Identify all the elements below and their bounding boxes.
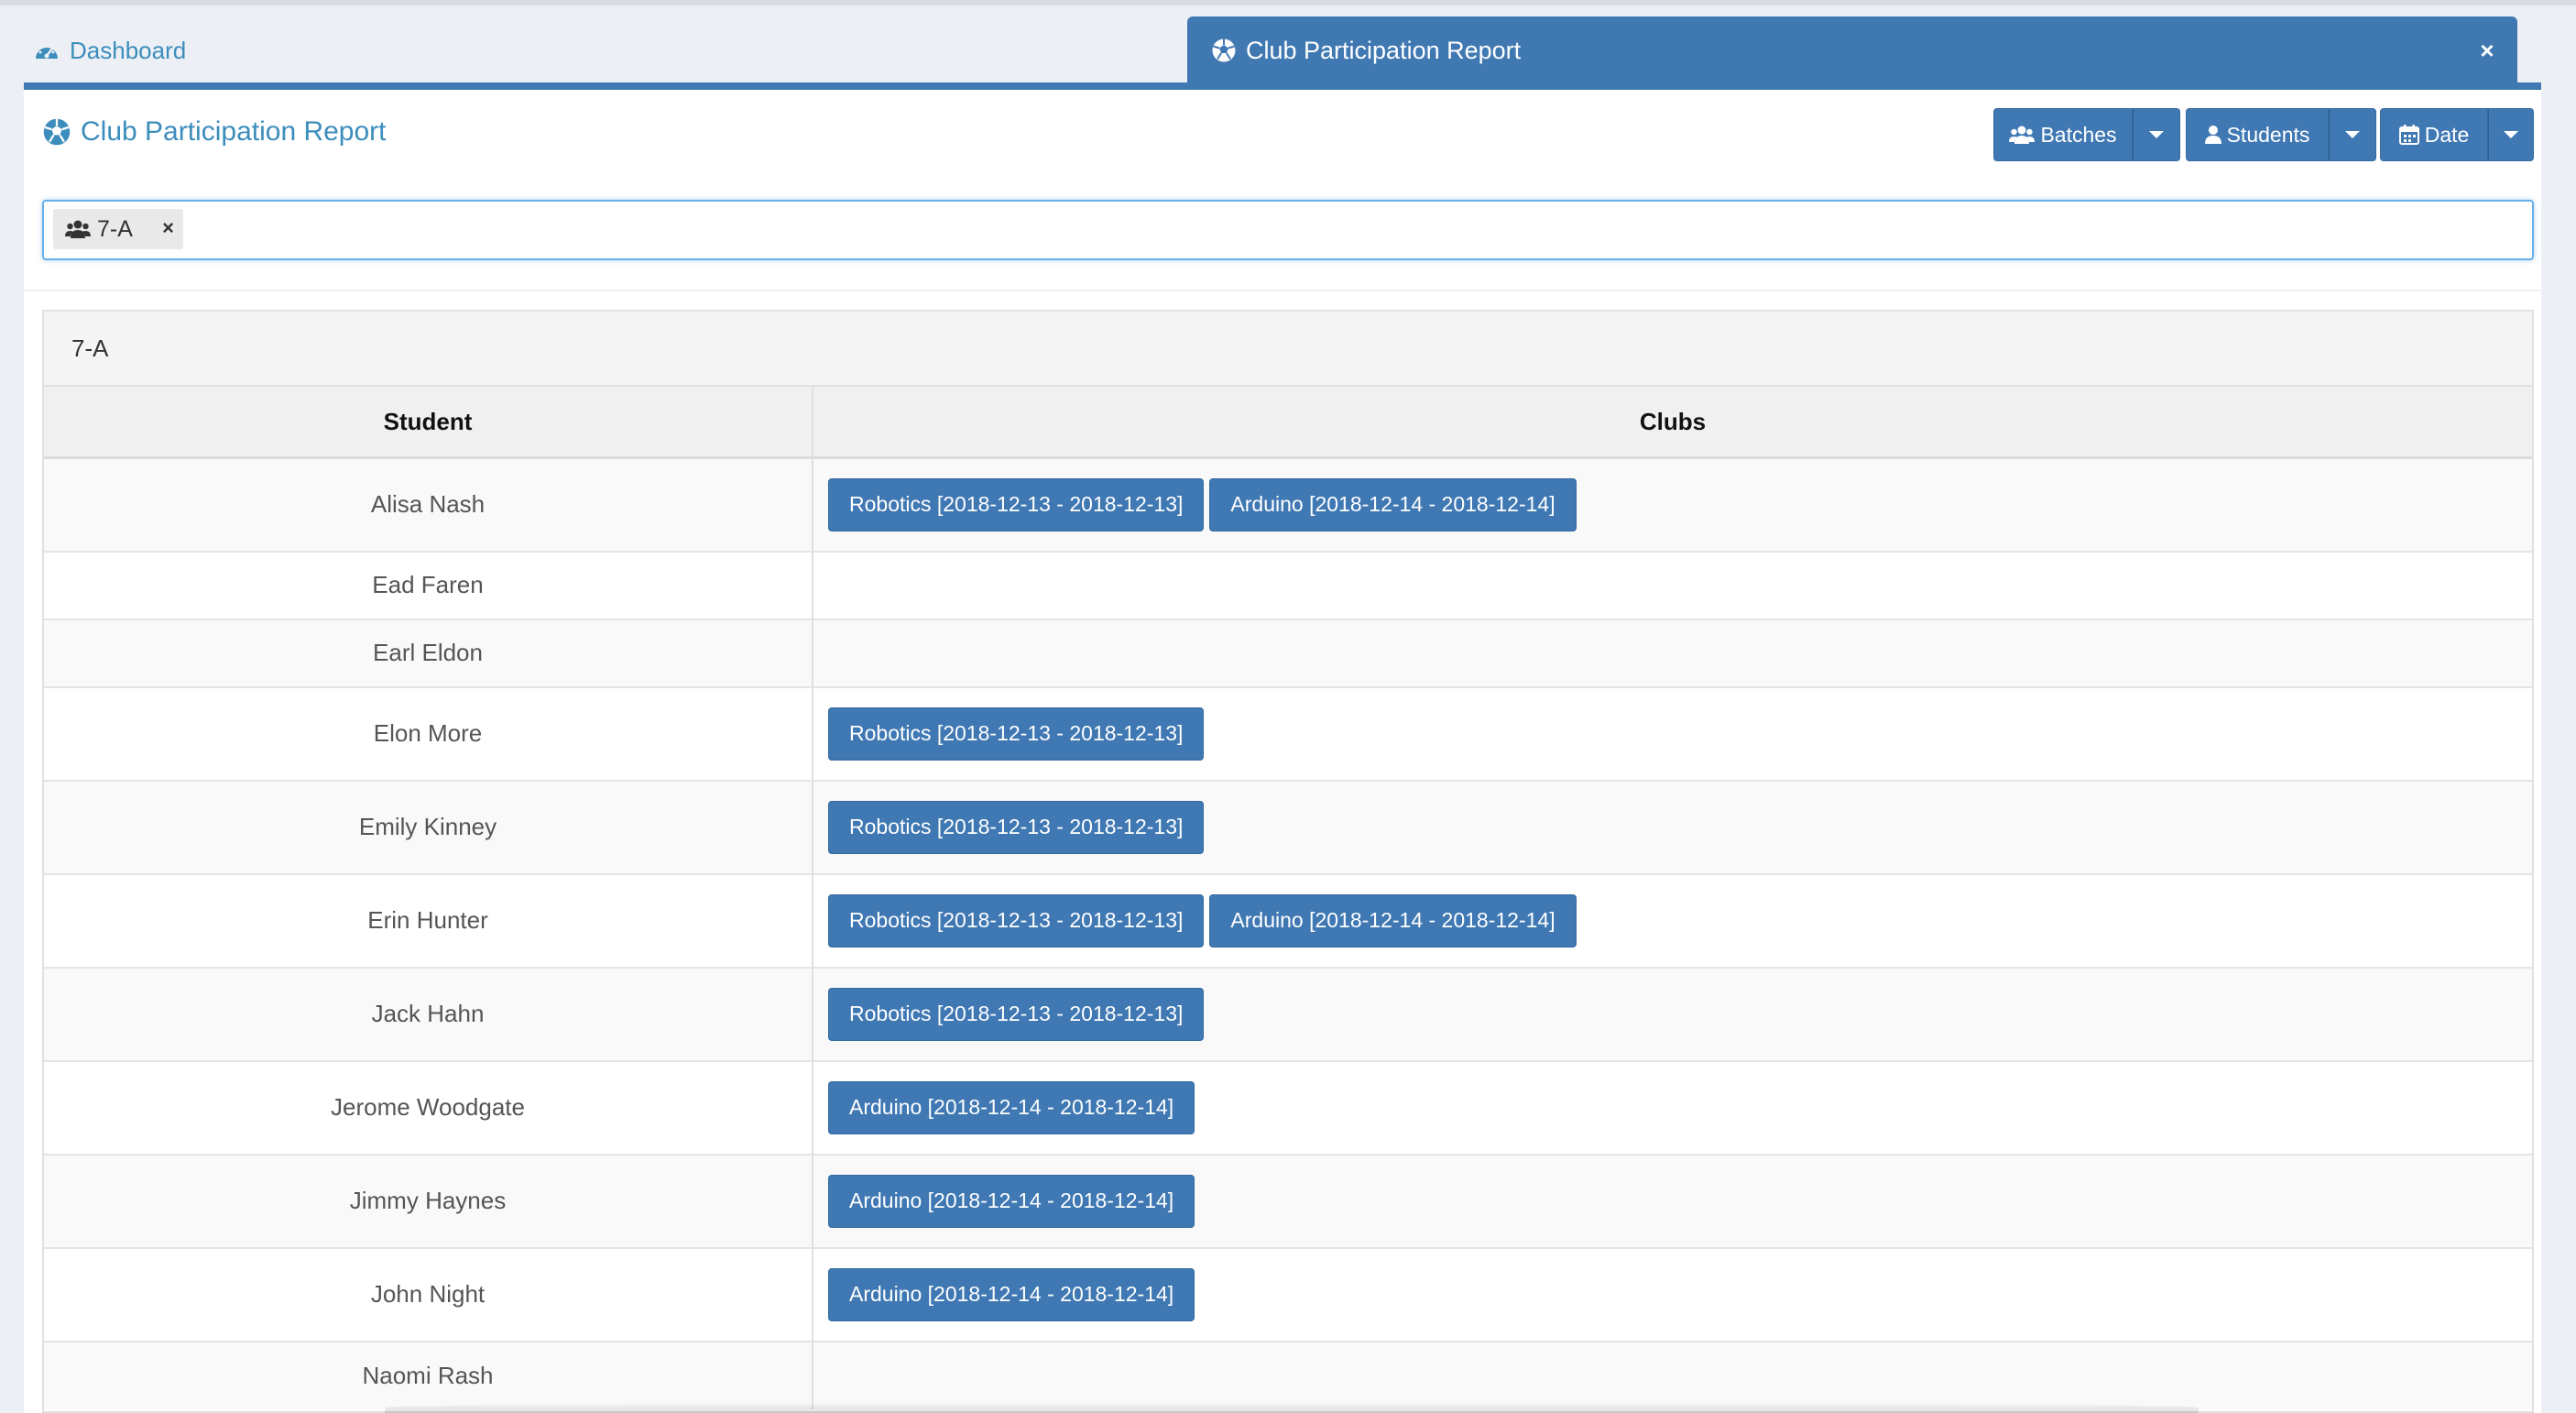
date-button-group: Date [2380, 108, 2534, 161]
student-name-cell: Ead Faren [44, 550, 813, 619]
clubs-cell [813, 618, 2532, 687]
caret-down-icon [2149, 131, 2164, 138]
tab-dashboard-label: Dashboard [70, 36, 187, 64]
batches-dropdown-toggle[interactable] [2133, 108, 2180, 161]
tab-dashboard[interactable]: Dashboard [33, 27, 186, 73]
clubs-cell: Robotics [2018-12-13 - 2018-12-13] [813, 685, 2532, 781]
batch-filter-chip: 7-A × [53, 209, 183, 249]
student-name-cell: Erin Hunter [44, 872, 813, 968]
table-row: John Night Arduino [2018-12-14 - 2018-12-… [44, 1246, 2532, 1342]
soccer-ball-icon [42, 117, 71, 147]
batches-button-label: Batches [2040, 122, 2117, 147]
clubs-cell: Arduino [2018-12-14 - 2018-12-14] [813, 1059, 2532, 1155]
club-badge[interactable]: Arduino [2018-12-14 - 2018-12-14] [828, 1080, 1195, 1134]
table-row: Jimmy Haynes Arduino [2018-12-14 - 2018-1… [44, 1153, 2532, 1248]
date-dropdown-toggle[interactable] [2488, 108, 2534, 161]
club-badge[interactable]: Robotics [2018-12-13 - 2018-12-13] [828, 706, 1205, 761]
clubs-cell: Robotics [2018-12-13 - 2018-12-13] Arduin… [813, 456, 2532, 552]
batch-section: 7-A Student Clubs Alisa Nash Robotics [20… [42, 310, 2534, 1413]
users-group-icon [2009, 125, 2036, 145]
date-button[interactable]: Date [2380, 108, 2488, 161]
divider [24, 290, 2541, 291]
student-name-cell: Jack Hahn [44, 966, 813, 1061]
student-name-cell: Jerome Woodgate [44, 1059, 813, 1155]
calendar-icon [2398, 125, 2419, 145]
close-tab-button[interactable]: × [2473, 37, 2501, 64]
batches-button[interactable]: Batches [1993, 108, 2133, 161]
batch-heading: 7-A [44, 312, 2532, 387]
user-icon [2204, 125, 2221, 145]
window-top-border [0, 0, 2576, 5]
student-name-cell: Alisa Nash [44, 456, 813, 552]
club-badge[interactable]: Robotics [2018-12-13 - 2018-12-13] [828, 987, 1205, 1041]
tab-report-label: Club Participation Report [1246, 36, 1522, 64]
students-dropdown-toggle[interactable] [2329, 108, 2376, 161]
table-row: Naomi Rash [44, 1340, 2532, 1409]
table-body: Alisa Nash Robotics [2018-12-13 - 2018-12… [44, 456, 2532, 1409]
column-header-clubs: Clubs [813, 387, 2532, 459]
batch-filter-input[interactable]: 7-A × [42, 200, 2534, 260]
table-row: Alisa Nash Robotics [2018-12-13 - 2018-12… [44, 456, 2532, 552]
caret-down-icon [2504, 131, 2518, 138]
remove-chip-button[interactable]: × [162, 216, 174, 240]
caret-down-icon [2345, 131, 2360, 138]
club-badge[interactable]: Arduino [2018-12-14 - 2018-12-14] [1209, 893, 1577, 947]
table-row: Ead Faren [44, 550, 2532, 619]
date-button-label: Date [2424, 122, 2470, 147]
clubs-cell: Robotics [2018-12-13 - 2018-12-13] [813, 966, 2532, 1061]
club-badge[interactable]: Arduino [2018-12-14 - 2018-12-14] [1209, 477, 1577, 531]
page-title: Club Participation Report [42, 112, 387, 152]
table-row: Emily Kinney Robotics [2018-12-13 - 2018-… [44, 779, 2532, 874]
clubs-cell: Robotics [2018-12-13 - 2018-12-13] Arduin… [813, 872, 2532, 968]
club-participation-table: Student Clubs Alisa Nash Robotics [2018-1… [44, 387, 2532, 1409]
clubs-cell: Arduino [2018-12-14 - 2018-12-14] [813, 1153, 2532, 1248]
page-title-text: Club Participation Report [81, 116, 387, 147]
table-row: Earl Eldon [44, 618, 2532, 687]
table-row: Jack Hahn Robotics [2018-12-13 - 2018-12-… [44, 966, 2532, 1061]
clubs-cell [813, 1340, 2532, 1409]
student-name-cell: Emily Kinney [44, 779, 813, 874]
tab-club-participation-report[interactable]: Club Participation Report × [1187, 16, 2517, 84]
column-header-student: Student [44, 387, 813, 459]
clubs-cell: Robotics [2018-12-13 - 2018-12-13] [813, 779, 2532, 874]
students-button[interactable]: Students [2186, 108, 2329, 161]
table-row: Jerome Woodgate Arduino [2018-12-14 - 201… [44, 1059, 2532, 1155]
club-badge[interactable]: Robotics [2018-12-13 - 2018-12-13] [828, 800, 1205, 854]
students-button-group: Students [2186, 108, 2376, 161]
student-name-cell: Jimmy Haynes [44, 1153, 813, 1248]
club-badge[interactable]: Arduino [2018-12-14 - 2018-12-14] [828, 1267, 1195, 1321]
batches-button-group: Batches [1993, 108, 2180, 161]
tab-bar-underline [24, 82, 2541, 90]
window-bottom-shadow [385, 1402, 2199, 1413]
report-panel: Club Participation Report Batches Studen… [24, 90, 2541, 1413]
batch-heading-label: 7-A [71, 334, 109, 362]
users-group-icon [64, 219, 92, 239]
student-name-cell: Elon More [44, 685, 813, 781]
table-row: Elon More Robotics [2018-12-13 - 2018-12-… [44, 685, 2532, 781]
batch-filter-chip-label: 7-A [97, 215, 133, 242]
students-button-label: Students [2226, 122, 2310, 147]
club-badge[interactable]: Robotics [2018-12-13 - 2018-12-13] [828, 893, 1205, 947]
dashboard-gauge-icon [33, 38, 60, 62]
student-name-cell: John Night [44, 1246, 813, 1342]
student-name-cell: Earl Eldon [44, 618, 813, 687]
clubs-cell: Arduino [2018-12-14 - 2018-12-14] [813, 1246, 2532, 1342]
table-row: Erin Hunter Robotics [2018-12-13 - 2018-1… [44, 872, 2532, 968]
club-badge[interactable]: Arduino [2018-12-14 - 2018-12-14] [828, 1174, 1195, 1228]
student-name-cell: Naomi Rash [44, 1340, 813, 1409]
soccer-ball-icon [1211, 38, 1237, 63]
clubs-cell [813, 550, 2532, 619]
club-badge[interactable]: Robotics [2018-12-13 - 2018-12-13] [828, 477, 1205, 531]
